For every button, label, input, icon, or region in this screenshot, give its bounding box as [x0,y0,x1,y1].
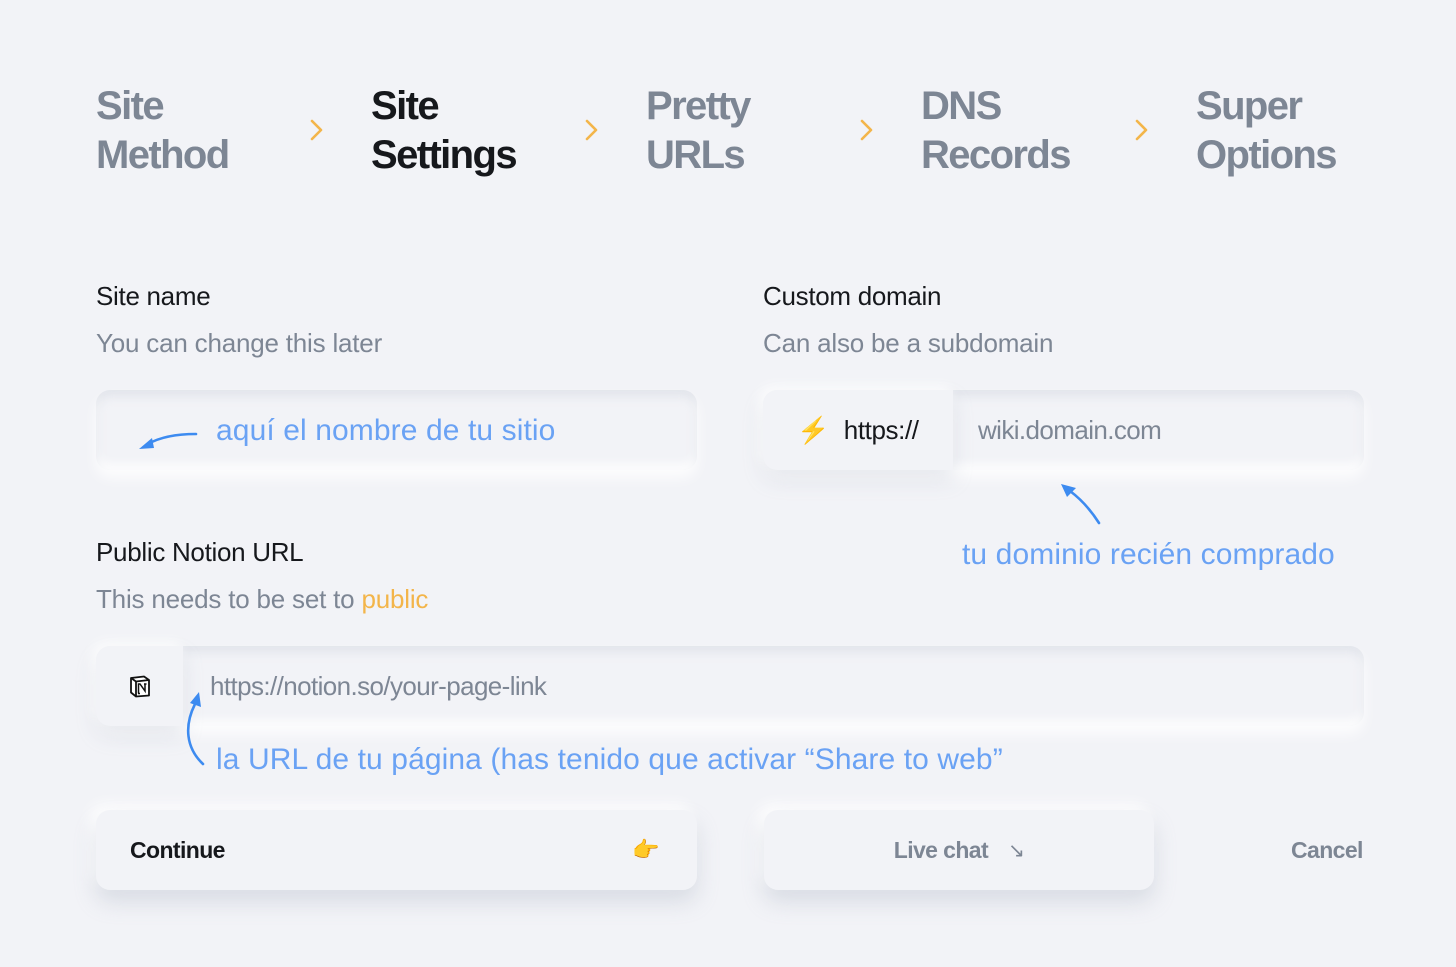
step-label-line1: Site [96,84,165,128]
annotation-arrow-icon [1061,484,1101,525]
step-label-line2: Settings [371,133,518,177]
site-name-hint: You can change this later [96,328,383,358]
notion-url-field [96,646,1364,726]
notion-url-annotation: la URL de tu página (has tenido que acti… [216,743,1003,776]
notion-url-hint: This needs to be set to public [96,584,428,615]
step-label-line2: Options [1196,133,1338,177]
lightning-icon: ⚡ [797,414,830,445]
notion-logo-icon [129,675,150,698]
site-name-annotation: aquí el nombre de tu sitio [216,414,556,447]
notion-url-input[interactable] [210,646,1340,726]
step-label-line1: DNS [921,84,1002,128]
notion-url-hint-text: This needs to be set to [96,584,362,614]
custom-domain-input[interactable] [978,390,1348,470]
progress-stepper: Site Method Site Settings Pretty URLs DN… [96,82,1366,192]
step-pretty-urls[interactable]: Pretty URLs [646,82,751,180]
continue-button[interactable]: Continue 👉 [96,810,697,890]
step-label-line2: Records [921,133,1071,177]
step-label-line2: URLs [646,133,746,177]
step-label-line1: Site [371,84,440,128]
chevron-right-icon [1133,118,1151,142]
annotation-arrow-icon [186,692,205,766]
step-label-line2: Method [96,133,230,177]
public-keyword: public [361,584,429,614]
custom-domain-field: ⚡ https:// [763,390,1364,470]
continue-label: Continue [130,836,225,863]
chevron-right-icon [583,118,601,142]
cancel-button[interactable]: Cancel [1291,837,1363,864]
notion-url-label: Public Notion URL [96,537,304,567]
custom-domain-label: Custom domain [763,281,942,311]
annotation-arrow-icon [139,432,198,449]
step-label-line1: Pretty [646,84,751,128]
custom-domain-hint: Can also be a subdomain [763,328,1054,358]
custom-domain-annotation: tu dominio recién comprado [962,538,1335,571]
step-label-line1: Super [1196,84,1303,128]
https-prefix: ⚡ https:// [763,390,953,470]
site-name-label: Site name [96,281,211,311]
chevron-right-icon [308,118,326,142]
https-prefix-text: https:// [843,414,919,445]
chevron-right-icon [858,118,876,142]
step-site-settings[interactable]: Site Settings [371,82,518,180]
arrow-down-right-icon: ↘ [1008,839,1025,862]
step-dns-records[interactable]: DNS Records [921,82,1071,180]
pointing-hand-icon: 👉 [632,837,659,862]
live-chat-button[interactable]: Live chat ↘ [764,810,1154,890]
step-super-options[interactable]: Super Options [1196,82,1338,180]
step-site-method[interactable]: Site Method [96,82,230,180]
live-chat-label: Live chat [893,836,989,863]
notion-prefix [96,646,183,726]
